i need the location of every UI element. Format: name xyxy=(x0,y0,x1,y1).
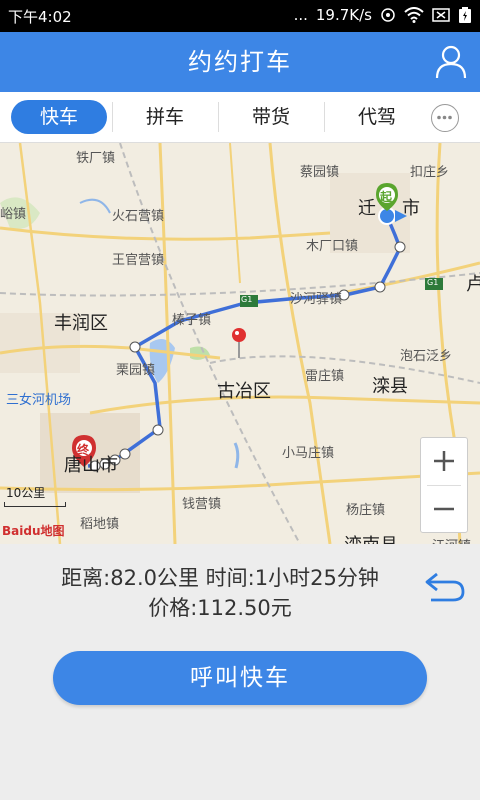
user-icon[interactable] xyxy=(434,44,468,80)
map-label: 蔡园镇 xyxy=(300,165,340,180)
map-label: 杨庄镇 xyxy=(346,503,386,518)
map-label: 木厂口镇 xyxy=(306,239,359,254)
map-scale-label: 10公里 xyxy=(6,486,46,500)
tab-daihuo[interactable]: 带货 xyxy=(221,100,321,134)
sync-icon xyxy=(381,8,395,22)
zoom-in-button[interactable] xyxy=(421,438,467,485)
map-label: 卢 xyxy=(466,274,480,295)
map-label: 滦县 xyxy=(372,376,408,397)
baidu-map-logo: Baidu地图 xyxy=(2,524,65,538)
status-dots: ... xyxy=(293,6,308,24)
map-label: 市 xyxy=(402,198,420,219)
call-express-button[interactable]: 呼叫快车 xyxy=(53,651,427,705)
map-scale-bar xyxy=(4,502,66,507)
map-label: 迁 xyxy=(358,198,376,219)
no-sim-icon xyxy=(432,8,450,22)
map-label: 丰润区 xyxy=(54,313,108,334)
tab-divider xyxy=(112,102,113,132)
service-tabs: 快车 拼车 带货 代驾 xyxy=(0,92,480,143)
map-label: 王官营镇 xyxy=(112,253,165,268)
map-label: 泡石泛乡 xyxy=(400,349,453,364)
tab-kuaiche[interactable]: 快车 xyxy=(11,100,107,134)
map-label: 小马庄镇 xyxy=(282,446,335,461)
wifi-icon xyxy=(404,7,424,23)
map-label: 铁厂镇 xyxy=(76,151,116,166)
zoom-out-button[interactable] xyxy=(421,486,467,533)
status-bar: 下午4:02 ... 19.7K/s xyxy=(0,0,480,32)
map-label: 滦南县 xyxy=(344,531,398,544)
map-label: 栗园镇 xyxy=(116,363,156,378)
trip-price: 价格:112.50元 xyxy=(148,596,292,620)
start-marker-label: 起 xyxy=(380,190,393,204)
plus-icon xyxy=(434,451,454,471)
zoom-control xyxy=(420,437,468,533)
map-label: 江河镇 xyxy=(432,535,471,544)
map-label: 稻地镇 xyxy=(80,517,120,532)
map-label: 古冶区 xyxy=(217,381,271,402)
network-speed: 19.7K/s xyxy=(315,6,372,24)
map-label: 峪镇 xyxy=(0,207,27,222)
map-label: 唐山市 xyxy=(64,455,118,476)
more-dots-icon xyxy=(437,115,452,120)
minus-icon xyxy=(434,507,454,511)
tab-daijia[interactable]: 代驾 xyxy=(327,100,427,134)
status-time: 下午4:02 xyxy=(8,8,72,26)
tab-pinche[interactable]: 拼车 xyxy=(115,100,215,134)
map-label: 火石营镇 xyxy=(112,209,165,224)
map-label: 沙河驿镇 xyxy=(290,292,343,307)
more-tabs-button[interactable] xyxy=(431,104,459,132)
end-marker-label: 终 xyxy=(77,443,90,457)
map-label: 钱营镇 xyxy=(182,497,222,512)
route-map[interactable]: 铁厂镇 蔡园镇 扣庄乡 迁 市 峪镇 火石营镇 王官营镇 木厂口镇 丰润区 沙河… xyxy=(0,143,480,544)
status-icons: ... 19.7K/s xyxy=(294,6,472,24)
highway-shield-label: G1 xyxy=(427,278,439,287)
trip-distance-time: 距离:82.0公里 时间:1小时25分钟 xyxy=(61,566,379,590)
map-label: 雷庄镇 xyxy=(305,369,345,384)
page-title: 约约打车 xyxy=(188,48,292,76)
battery-icon xyxy=(459,7,471,23)
tab-divider xyxy=(218,102,219,132)
airport-label: 三女河机场 xyxy=(6,393,72,408)
back-arrow-icon[interactable] xyxy=(423,566,467,606)
app-header: 约约打车 xyxy=(0,32,480,92)
tab-divider xyxy=(324,102,325,132)
highway-shield-label: G1 xyxy=(241,295,253,304)
map-label: 榛子镇 xyxy=(172,313,212,328)
map-label: 扣庄乡 xyxy=(410,165,450,180)
